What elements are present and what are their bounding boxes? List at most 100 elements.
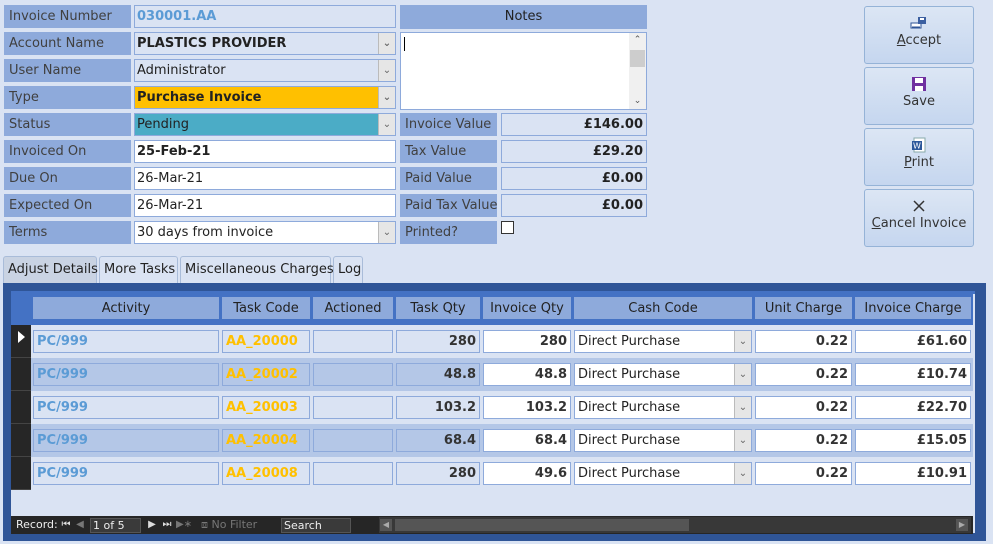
last-record-icon[interactable]: ⏭ — [161, 516, 173, 534]
invoice-charge-input[interactable]: £61.60 — [855, 330, 971, 353]
invoiced-on-input[interactable]: 25-Feb-21 — [134, 140, 396, 163]
scroll-thumb[interactable] — [630, 50, 645, 67]
chevron-down-icon[interactable]: ⌄ — [378, 222, 395, 243]
printed-checkbox[interactable] — [501, 221, 514, 234]
chevron-down-icon[interactable]: ⌄ — [734, 463, 751, 484]
cash-code-combobox[interactable]: Direct Purchase ⌄ — [574, 462, 752, 485]
terms-combobox[interactable]: 30 days from invoice ⌄ — [134, 221, 396, 244]
activity-cell[interactable]: PC/999 — [33, 363, 219, 386]
column-header-task-code[interactable]: Task Code — [222, 297, 310, 322]
invoice-charge-input[interactable]: £10.91 — [855, 462, 971, 485]
task-code-cell[interactable]: AA_20003 — [222, 396, 310, 419]
column-header-actioned[interactable]: Actioned — [313, 297, 393, 322]
first-record-icon[interactable]: ⏮ — [60, 516, 72, 534]
column-header-task-qty[interactable]: Task Qty — [396, 297, 480, 322]
cancel-invoice-label: Cancel Invoice — [865, 216, 973, 231]
record-selector[interactable] — [11, 358, 31, 391]
task-qty-cell: 68.4 — [396, 429, 480, 452]
actioned-cell[interactable] — [313, 396, 393, 419]
task-code-cell[interactable]: AA_20002 — [222, 363, 310, 386]
print-button[interactable]: W Print — [864, 128, 974, 186]
activity-cell[interactable]: PC/999 — [33, 330, 219, 353]
due-on-input[interactable]: 26-Mar-21 — [134, 167, 396, 190]
scroll-down-icon[interactable]: ⌄ — [629, 94, 646, 109]
cash-code-combobox[interactable]: Direct Purchase ⌄ — [574, 396, 752, 419]
actioned-cell[interactable] — [313, 429, 393, 452]
activity-cell[interactable]: PC/999 — [33, 396, 219, 419]
chevron-down-icon[interactable]: ⌄ — [734, 331, 751, 352]
unit-charge-input[interactable]: 0.22 — [755, 330, 852, 353]
chevron-down-icon[interactable]: ⌄ — [734, 430, 751, 451]
cash-code-value: Direct Purchase — [578, 334, 681, 349]
invoice-qty-input[interactable]: 280 — [483, 330, 571, 353]
cash-code-combobox[interactable]: Direct Purchase ⌄ — [574, 363, 752, 386]
scroll-thumb[interactable] — [395, 519, 689, 531]
unit-charge-input[interactable]: 0.22 — [755, 462, 852, 485]
chevron-down-icon[interactable]: ⌄ — [378, 33, 395, 54]
accept-button[interactable]: Accept — [864, 6, 974, 64]
status-combobox[interactable]: Pending ⌄ — [134, 113, 396, 136]
unit-charge-input[interactable]: 0.22 — [755, 429, 852, 452]
table-row: PC/999 AA_20002 48.8 48.8 Direct Purchas… — [31, 358, 973, 391]
invoice-charge-input[interactable]: £10.74 — [855, 363, 971, 386]
account-name-combobox[interactable]: PLASTICS PROVIDER ⌄ — [134, 32, 396, 55]
search-input[interactable]: Search — [281, 518, 351, 533]
previous-record-icon[interactable]: ◀ — [74, 516, 86, 534]
chevron-down-icon[interactable]: ⌄ — [378, 87, 395, 108]
task-code-cell[interactable]: AA_20000 — [222, 330, 310, 353]
record-selector[interactable] — [11, 457, 31, 490]
chevron-down-icon[interactable]: ⌄ — [378, 114, 395, 135]
scroll-right-icon[interactable]: ▶ — [956, 519, 968, 531]
column-header-activity[interactable]: Activity — [33, 297, 219, 322]
record-selector[interactable] — [11, 325, 31, 358]
invoice-charge-input[interactable]: £22.70 — [855, 396, 971, 419]
column-header-invoice-qty[interactable]: Invoice Qty — [483, 297, 571, 322]
notes-textarea[interactable]: ⌃ ⌄ — [400, 32, 647, 110]
status-value: Pending — [137, 117, 189, 132]
close-icon — [913, 200, 925, 212]
tab-more-tasks[interactable]: More Tasks — [99, 256, 178, 283]
invoice-qty-input[interactable]: 49.6 — [483, 462, 571, 485]
invoice-value-label: Invoice Value — [400, 113, 497, 136]
invoice-qty-input[interactable]: 103.2 — [483, 396, 571, 419]
task-code-cell[interactable]: AA_20008 — [222, 462, 310, 485]
tab-log[interactable]: Log — [333, 256, 363, 283]
save-button[interactable]: Save — [864, 67, 974, 125]
new-record-icon[interactable]: ▶∗ — [176, 516, 192, 534]
cash-code-combobox[interactable]: Direct Purchase ⌄ — [574, 330, 752, 353]
invoice-charge-input[interactable]: £15.05 — [855, 429, 971, 452]
expected-on-input[interactable]: 26-Mar-21 — [134, 194, 396, 217]
table-row: PC/999 AA_20003 103.2 103.2 Direct Purch… — [31, 391, 973, 424]
actioned-cell[interactable] — [313, 363, 393, 386]
filter-toggle[interactable]: ⧈ No Filter — [201, 516, 279, 534]
cash-code-combobox[interactable]: Direct Purchase ⌄ — [574, 429, 752, 452]
record-selector[interactable] — [11, 424, 31, 457]
chevron-down-icon[interactable]: ⌄ — [378, 60, 395, 81]
activity-cell[interactable]: PC/999 — [33, 429, 219, 452]
notes-scrollbar[interactable]: ⌃ ⌄ — [629, 33, 646, 109]
column-header-invoice-charge[interactable]: Invoice Charge — [855, 297, 971, 322]
tab-adjust-details[interactable]: Adjust Details — [3, 256, 98, 283]
record-selector[interactable] — [11, 391, 31, 424]
horizontal-scrollbar[interactable]: ◀ ▶ — [379, 517, 971, 533]
actioned-cell[interactable] — [313, 462, 393, 485]
invoice-qty-input[interactable]: 68.4 — [483, 429, 571, 452]
invoice-qty-input[interactable]: 48.8 — [483, 363, 571, 386]
tab-miscellaneous-charges[interactable]: Miscellaneous Charges — [180, 256, 334, 283]
chevron-down-icon[interactable]: ⌄ — [734, 397, 751, 418]
user-name-combobox[interactable]: Administrator ⌄ — [134, 59, 396, 82]
column-header-unit-charge[interactable]: Unit Charge — [755, 297, 852, 322]
actioned-cell[interactable] — [313, 330, 393, 353]
next-record-icon[interactable]: ▶ — [146, 516, 158, 534]
type-combobox[interactable]: Purchase Invoice ⌄ — [134, 86, 396, 109]
unit-charge-input[interactable]: 0.22 — [755, 363, 852, 386]
cancel-invoice-button[interactable]: Cancel Invoice — [864, 189, 974, 247]
scroll-up-icon[interactable]: ⌃ — [629, 33, 646, 48]
current-record-input[interactable]: 1 of 5 — [90, 518, 141, 533]
chevron-down-icon[interactable]: ⌄ — [734, 364, 751, 385]
scroll-left-icon[interactable]: ◀ — [380, 519, 392, 531]
activity-cell[interactable]: PC/999 — [33, 462, 219, 485]
task-code-cell[interactable]: AA_20004 — [222, 429, 310, 452]
unit-charge-input[interactable]: 0.22 — [755, 396, 852, 419]
column-header-cash-code[interactable]: Cash Code — [574, 297, 752, 322]
